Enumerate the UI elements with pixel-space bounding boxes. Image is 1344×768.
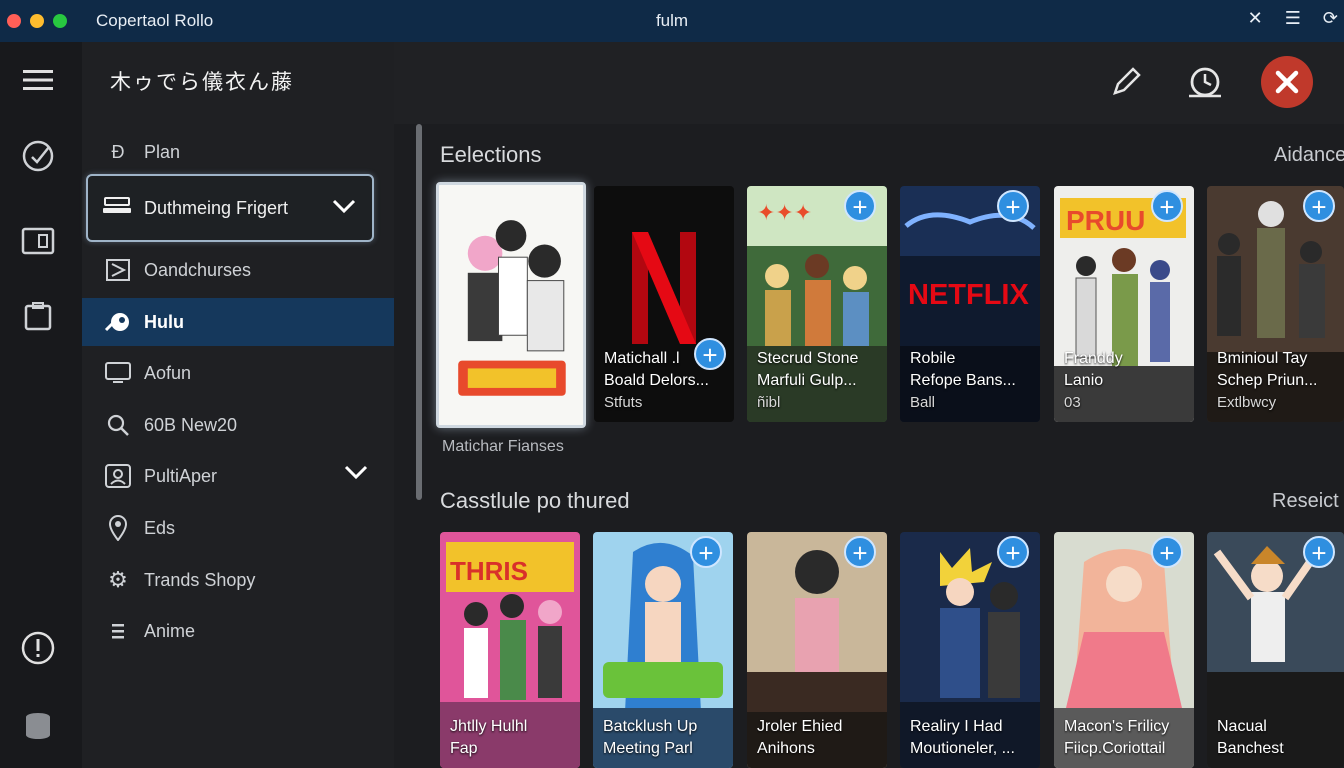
card-caption: Realiry I Had Moutioneler, ... (910, 718, 1015, 757)
sidebar-item-eds[interactable]: Eds (82, 504, 394, 552)
sidebar-item-label: Aofun (144, 362, 192, 383)
sidebar-item-label: Trands Shopy (144, 569, 256, 590)
play-box-icon (104, 259, 132, 281)
svg-text:THRIS: THRIS (450, 556, 528, 586)
sidebar-item-oandchurses[interactable]: Oandchurses (82, 246, 394, 294)
add-button[interactable]: + (1303, 190, 1335, 222)
edit-icon[interactable] (1100, 56, 1152, 108)
media-card[interactable]: NETFLIX + Robile Refope Bans... Ball (900, 186, 1040, 422)
card-caption: Matichall .l Boald Delors... Stfuts (604, 350, 709, 411)
media-card-selected[interactable] (436, 182, 586, 428)
card-caption: Stecrud Stone Marfuli Gulp... ñibl (757, 350, 859, 411)
section-title: Casstlule po thured (440, 488, 630, 513)
add-button[interactable]: + (997, 190, 1029, 222)
media-card[interactable]: + Nacual Banchest (1207, 532, 1344, 768)
main-content: Eelections Aidance Matichar Fianses + Ma… (394, 42, 1344, 768)
folder-icon[interactable] (18, 220, 58, 260)
sidebar-title: 木ゥでら儀衣ん藤 (110, 70, 294, 94)
speed-check-icon[interactable] (18, 136, 58, 176)
search-icon (104, 413, 132, 437)
media-card[interactable]: + Bminioul Tay Schep Priun... Extlbwcy (1207, 186, 1344, 422)
media-card[interactable]: + Matichall .l Boald Delors... Stfuts (594, 186, 734, 422)
sidebar-item-label: 60B New20 (144, 414, 238, 435)
top-toolbar (394, 42, 1344, 124)
stack-icon (102, 196, 134, 221)
sidebar-item-aofun[interactable]: Aofun (82, 349, 394, 397)
titlebar-actions: ✕ ☰ ⟳ (1248, 8, 1338, 29)
card-caption: Macon's Frilicy Fiicp.Coriottail (1064, 718, 1170, 757)
hamburger-icon[interactable]: ☰ (1285, 8, 1301, 29)
icon-rail (0, 42, 82, 768)
media-card[interactable]: + Macon's Frilicy Fiicp.Coriottail (1054, 532, 1194, 768)
alert-icon[interactable] (18, 628, 58, 668)
window-title: fulm (655, 11, 689, 30)
add-button[interactable]: + (1151, 536, 1183, 568)
monitor-icon (104, 362, 132, 384)
group-icon (104, 464, 132, 488)
sidebar-item-label: Oandchurses (144, 259, 252, 280)
media-card[interactable]: THRIS Jhtlly Hulhl Fap (440, 532, 580, 768)
card-caption: Franddy Lanio 03 (1064, 350, 1123, 411)
card-caption: Robile Refope Bans... Ball (910, 350, 1016, 411)
selected-card-caption: Matichar Fianses (442, 438, 564, 455)
section-link[interactable]: Aidance (1274, 144, 1344, 167)
card-caption: Batcklush Up Meeting Parl (603, 718, 698, 757)
hulu-icon (104, 310, 132, 334)
card-caption: Nacual Banchest (1217, 718, 1284, 757)
media-card[interactable]: ✦✦✦ + Stecrud Stone Marfuli Gulp... ñibl (747, 186, 887, 422)
add-button[interactable]: + (1303, 536, 1335, 568)
clipboard-icon[interactable] (18, 296, 58, 336)
sidebar-item-plan[interactable]: Ð Plan (82, 128, 394, 176)
section-link[interactable]: Reseict (1272, 490, 1339, 513)
history-search-icon[interactable] (1179, 56, 1231, 108)
section-title: Eelections (440, 142, 542, 167)
card-caption: Jhtlly Hulhl Fap (450, 718, 528, 757)
svg-text:NETFLIX: NETFLIX (908, 279, 1029, 311)
card-caption: Jroler Ehied Anihons (757, 718, 843, 757)
vertical-scrollbar[interactable] (416, 124, 422, 500)
sidebar-item-label: PultiAper (144, 465, 218, 486)
add-button[interactable]: + (844, 536, 876, 568)
media-card[interactable]: + Jroler Ehied Anihons (747, 532, 887, 768)
add-button[interactable]: + (1151, 190, 1183, 222)
chevron-down-icon[interactable] (344, 464, 368, 485)
chevron-down-icon (332, 198, 356, 219)
card-caption: Bminioul Tay Schep Priun... Extlbwcy (1217, 350, 1318, 411)
list-icon (104, 622, 132, 640)
sidebar-item-label: Anime (144, 620, 196, 641)
title-bar: Copertaol Rollo fulm ✕ ☰ ⟳ (0, 0, 1344, 42)
sidebar-item-60b-new20[interactable]: 60B New20 (82, 401, 394, 449)
sidebar-item-label: Plan (144, 141, 181, 162)
plan-icon: Ð (111, 141, 125, 162)
dropdown-label: Duthmeing Frigert (144, 197, 289, 218)
database-icon[interactable] (18, 706, 58, 746)
sidebar-item-label: Eds (144, 517, 176, 538)
sidebar-item-label: Hulu (144, 311, 184, 332)
sidebar-dropdown[interactable]: Duthmeing Frigert (86, 174, 374, 242)
sidebar-item-trands-shopy[interactable]: ⚙ Trands Shopy (82, 556, 394, 604)
close-button[interactable] (1261, 56, 1313, 108)
location-pin-icon (104, 515, 132, 541)
sidebar-item-anime[interactable]: Anime (82, 607, 394, 655)
sync-icon[interactable]: ⟳ (1323, 8, 1338, 29)
sidebar-item-hulu[interactable]: Hulu (82, 298, 394, 346)
add-button[interactable]: + (690, 536, 722, 568)
media-card[interactable]: + Batcklush Up Meeting Parl (593, 532, 733, 768)
svg-text:✦✦✦: ✦✦✦ (757, 201, 812, 226)
add-button[interactable]: + (997, 536, 1029, 568)
media-card[interactable]: PRUU + Franddy Lanio 03 (1054, 186, 1194, 422)
gear-icon: ⚙ (108, 567, 128, 592)
sidebar-item-pultiaper[interactable]: PultiAper (82, 452, 394, 500)
add-button[interactable]: + (844, 190, 876, 222)
media-card[interactable]: + Realiry I Had Moutioneler, ... (900, 532, 1040, 768)
shrink-icon[interactable]: ✕ (1248, 8, 1263, 29)
svg-text:PRUU: PRUU (1066, 205, 1145, 236)
menu-icon[interactable] (18, 60, 58, 100)
sidebar: 木ゥでら儀衣ん藤 Ð Plan Duthmeing Frigert Oandch… (82, 42, 394, 768)
